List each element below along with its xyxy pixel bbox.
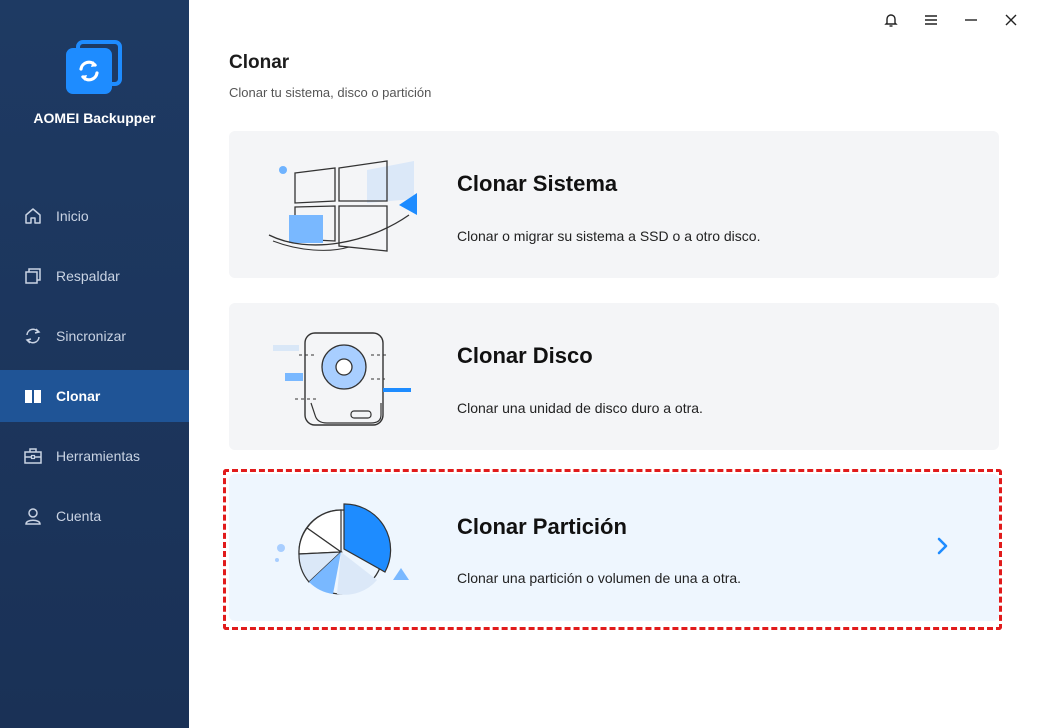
close-icon[interactable]: [991, 8, 1031, 32]
card-description: Clonar una partición o volumen de una a …: [457, 570, 742, 586]
sidebar-item-clonar[interactable]: Clonar: [0, 370, 189, 422]
minimize-icon[interactable]: [951, 8, 991, 32]
sidebar-item-label: Respaldar: [56, 268, 120, 284]
sidebar-item-label: Cuenta: [56, 508, 102, 524]
card-description: Clonar o migrar su sistema a SSD o a otr…: [457, 228, 761, 244]
window-controls: [871, 8, 1031, 32]
home-icon: [22, 205, 44, 227]
clone-disk-card[interactable]: Clonar Disco Clonar una unidad de disco …: [229, 303, 999, 450]
app-name: AOMEI Backupper: [33, 110, 156, 126]
toolbox-icon: [22, 445, 44, 467]
sidebar-nav: Inicio Respaldar Sincronizar Clonar Herr…: [0, 190, 189, 550]
sidebar-item-label: Clonar: [56, 388, 101, 404]
card-description: Clonar una unidad de disco duro a otra.: [457, 400, 703, 416]
sidebar-item-inicio[interactable]: Inicio: [0, 190, 189, 242]
sidebar-item-respaldar[interactable]: Respaldar: [0, 250, 189, 302]
card-title: Clonar Disco: [457, 343, 593, 368]
card-title: Clonar Partición: [457, 514, 627, 539]
sidebar-item-label: Herramientas: [56, 448, 141, 464]
clone-icon: [22, 385, 44, 407]
sidebar-item-cuenta[interactable]: Cuenta: [0, 490, 189, 542]
sidebar-item-label: Sincronizar: [56, 328, 127, 344]
sidebar: AOMEI Backupper Inicio Respaldar Sincron…: [0, 0, 189, 728]
sidebar-item-sincronizar[interactable]: Sincronizar: [0, 310, 189, 362]
chevron-right-icon[interactable]: [933, 536, 953, 556]
card-title: Clonar Sistema: [457, 171, 618, 196]
sync-icon: [22, 325, 44, 347]
clone-system-card[interactable]: Clonar Sistema Clonar o migrar su sistem…: [229, 131, 999, 278]
partition-clone-illustration: [275, 503, 409, 595]
app-logo: [64, 38, 124, 98]
user-icon: [22, 505, 44, 527]
page-subtitle: Clonar tu sistema, disco o partición: [229, 85, 432, 100]
menu-icon[interactable]: [911, 8, 951, 32]
bell-icon[interactable]: [871, 8, 911, 32]
clone-partition-card[interactable]: Clonar Partición Clonar una partición o …: [229, 474, 999, 621]
windows-clone-illustration: [268, 160, 417, 252]
sync-arrows-icon: [79, 60, 99, 82]
sidebar-item-label: Inicio: [56, 208, 89, 224]
backup-icon: [22, 265, 44, 287]
sidebar-item-herramientas[interactable]: Herramientas: [0, 430, 189, 482]
page-title: Clonar: [229, 52, 290, 73]
disk-clone-illustration: [273, 332, 411, 426]
